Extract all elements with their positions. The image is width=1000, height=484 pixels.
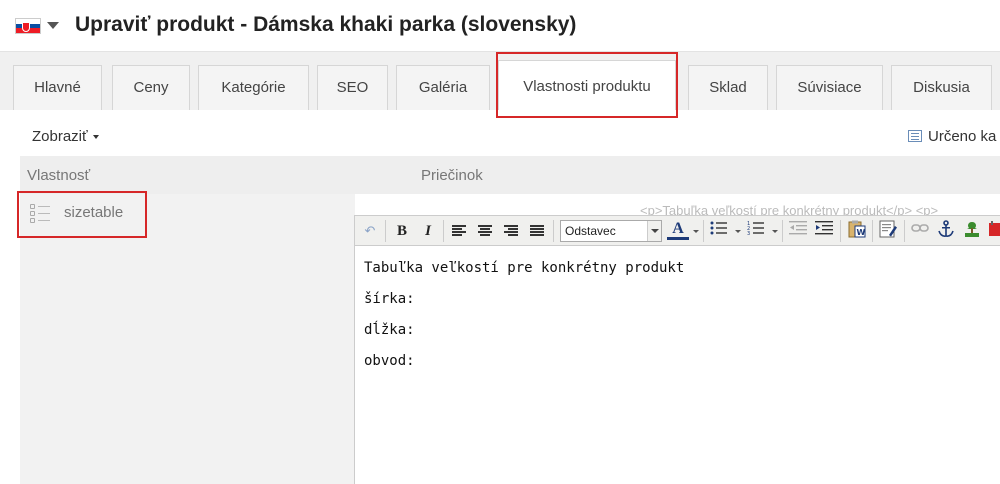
align-left-icon[interactable] <box>448 220 470 242</box>
list-filter-icon <box>908 130 922 142</box>
flag-slovakia-icon[interactable] <box>15 18 41 34</box>
italic-icon[interactable]: I <box>417 220 439 242</box>
page-title: Upraviť produkt - Dámska khaki parka (sl… <box>75 13 577 36</box>
paragraph-format-select[interactable]: Odstavec <box>560 220 662 242</box>
grid-list-panel <box>20 194 355 484</box>
tab-kategorie[interactable]: Kategórie <box>198 65 309 110</box>
media-icon[interactable] <box>987 220 1000 242</box>
language-dropdown-caret-icon[interactable] <box>47 22 59 29</box>
editor-line: šírka: <box>364 291 415 307</box>
editor-line: Tabuľka veľkostí pre konkrétny produkt <box>364 260 685 276</box>
undo-icon[interactable]: ↶ <box>359 220 381 242</box>
chevron-down-icon[interactable] <box>693 230 699 233</box>
svg-text:3: 3 <box>747 231 750 235</box>
tab-galeria[interactable]: Galéria <box>396 65 490 110</box>
editor-line: obvod: <box>364 353 415 369</box>
svg-text:W: W <box>857 228 866 237</box>
rich-text-editor: ↶ B I Odstavec A 1 2 3 W Tabuľka veľkost… <box>354 215 1000 484</box>
chevron-down-icon[interactable] <box>772 230 778 233</box>
outdent-icon[interactable] <box>787 220 809 242</box>
text-color-icon[interactable]: A <box>667 220 689 240</box>
column-header-priecinok[interactable]: Priečinok <box>421 167 483 184</box>
editor-toolbar: ↶ B I Odstavec A 1 2 3 W <box>355 216 1000 246</box>
show-label: Zobraziť <box>32 128 88 145</box>
grid-header: Vlastnosť Priečinok <box>20 156 1000 194</box>
anchor-icon[interactable] <box>935 220 957 242</box>
tab-ceny[interactable]: Ceny <box>112 65 190 110</box>
filter-button[interactable]: Určeno ka <box>908 128 996 145</box>
align-center-icon[interactable] <box>474 220 496 242</box>
filter-label: Určeno ka <box>928 128 997 145</box>
bold-icon[interactable]: B <box>391 220 413 242</box>
align-justify-icon[interactable] <box>526 220 548 242</box>
tab-vlastnosti-produktu[interactable]: Vlastnosti produktu <box>498 60 676 110</box>
tab-diskusia[interactable]: Diskusia <box>891 65 992 110</box>
chevron-down-icon[interactable] <box>735 230 741 233</box>
format-value: Odstavec <box>565 224 616 238</box>
chevron-down-icon <box>647 221 661 241</box>
align-right-icon[interactable] <box>500 220 522 242</box>
editor-line: dĺžka: <box>364 322 415 338</box>
tab-sklad[interactable]: Sklad <box>688 65 768 110</box>
tab-hlavne[interactable]: Hlavné <box>13 65 102 110</box>
tab-suvisiace[interactable]: Súvisiace <box>776 65 883 110</box>
list-icon <box>30 203 50 225</box>
column-header-vlastnost[interactable]: Vlastnosť <box>27 167 90 184</box>
editor-content[interactable]: Tabuľka veľkostí pre konkrétny produkt š… <box>364 260 684 384</box>
main-content: Zobraziť Určeno ka Vlastnosť Priečinok s… <box>0 110 1000 484</box>
link-icon[interactable] <box>909 220 931 242</box>
property-name: sizetable <box>64 204 124 221</box>
image-icon[interactable] <box>961 220 983 242</box>
tab-bar: Hlavné Ceny Kategórie SEO Galéria Vlastn… <box>0 52 1000 110</box>
chevron-down-icon <box>92 135 99 140</box>
tab-seo[interactable]: SEO <box>317 65 388 110</box>
show-dropdown-button[interactable]: Zobraziť <box>32 128 99 145</box>
numbered-list-icon[interactable]: 123 <box>745 220 767 242</box>
bullet-list-icon[interactable] <box>708 220 730 242</box>
edit-html-icon[interactable] <box>877 220 899 242</box>
title-bar: Upraviť produkt - Dámska khaki parka (sl… <box>0 0 1000 52</box>
indent-icon[interactable] <box>813 220 835 242</box>
paste-word-icon[interactable]: W <box>846 220 868 242</box>
